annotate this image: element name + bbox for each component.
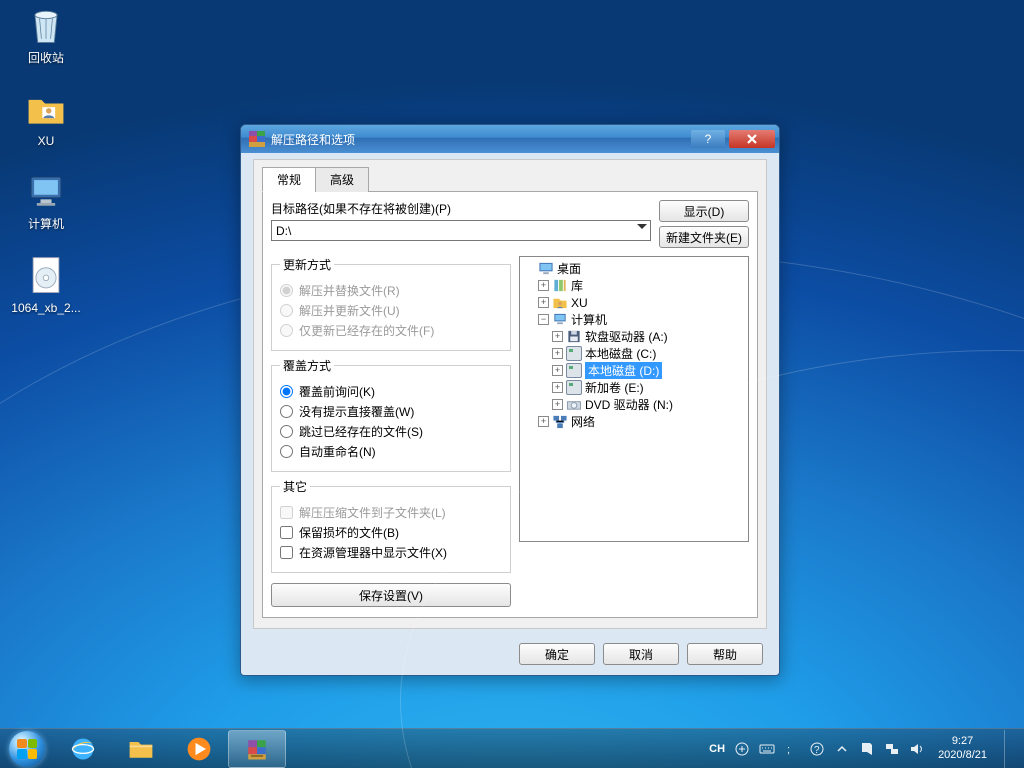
winrar-icon — [243, 735, 271, 763]
ime-language-indicator[interactable]: CH — [709, 743, 725, 755]
ime-mode-icon[interactable] — [734, 741, 750, 757]
radio-ask-before-overwrite[interactable]: 覆盖前询问(K) — [280, 383, 502, 400]
context-help-button[interactable]: ? — [691, 130, 725, 148]
ie-icon — [69, 735, 97, 763]
user-folder-icon — [552, 295, 568, 310]
folder-icon — [24, 87, 68, 131]
path-label: 目标路径(如果不存在将被创建)(P) — [271, 200, 651, 217]
update-mode-legend: 更新方式 — [280, 256, 334, 273]
check-extract-to-subfolder[interactable]: 解压压缩文件到子文件夹(L) — [280, 504, 502, 521]
taskbar-explorer[interactable] — [112, 730, 170, 768]
taskbar-ie[interactable] — [54, 730, 112, 768]
windows-logo-icon — [9, 731, 45, 767]
radio-freshen-only[interactable]: 仅更新已经存在的文件(F) — [280, 322, 502, 339]
start-button[interactable] — [0, 729, 54, 768]
overwrite-mode-group: 覆盖方式 覆盖前询问(K) 没有提示直接覆盖(W) 跳过已经存在的文件(S) 自… — [271, 357, 511, 472]
ime-help-icon[interactable]: ? — [809, 741, 825, 757]
floppy-icon — [566, 329, 582, 344]
tree-node-dvd-n[interactable]: +DVD 驱动器 (N:) — [550, 396, 746, 413]
show-desktop-button[interactable] — [1004, 730, 1018, 768]
clock-date: 2020/8/21 — [938, 749, 987, 762]
drive-icon — [566, 380, 582, 395]
update-mode-group: 更新方式 解压并替换文件(R) 解压并更新文件(U) 仅更新已经存在的文件(F) — [271, 256, 511, 351]
recycle-bin-icon — [24, 4, 68, 48]
desktop-icon-label: 计算机 — [8, 218, 84, 231]
libraries-icon — [552, 278, 568, 293]
display-button[interactable]: 显示(D) — [659, 200, 749, 222]
tree-node-libraries[interactable]: +库 — [536, 277, 746, 294]
taskbar-clock[interactable]: 9:27 2020/8/21 — [934, 735, 991, 761]
tree-node-new-volume-e[interactable]: +新加卷 (E:) — [550, 379, 746, 396]
desktop-icon-recycle-bin[interactable]: 回收站 — [8, 4, 84, 65]
computer-icon — [552, 312, 568, 327]
radio-auto-rename[interactable]: 自动重命名(N) — [280, 443, 502, 460]
radio-overwrite-no-prompt[interactable]: 没有提示直接覆盖(W) — [280, 403, 502, 420]
radio-extract-replace[interactable]: 解压并替换文件(R) — [280, 282, 502, 299]
system-tray: CH ; ? 9:27 2020/8/21 — [709, 730, 1018, 768]
clock-time: 9:27 — [952, 735, 973, 748]
svg-text:;: ; — [787, 744, 790, 756]
action-center-icon[interactable] — [859, 741, 875, 757]
tree-node-desktop[interactable]: 桌面 — [522, 260, 746, 277]
dialog-title: 解压路径和选项 — [271, 131, 355, 148]
media-player-icon — [185, 735, 213, 763]
tab-advanced[interactable]: 高级 — [315, 167, 369, 192]
misc-legend: 其它 — [280, 478, 310, 495]
tree-node-xu[interactable]: +XU — [536, 294, 746, 311]
save-settings-button[interactable]: 保存设置(V) — [271, 583, 511, 607]
extract-options-dialog: 解压路径和选项 ? 常规 高级 目标路径(如果不存在将被创建)(P) 显示(D — [240, 124, 780, 676]
desktop-icon-computer[interactable]: 计算机 — [8, 170, 84, 231]
dropdown-caret-icon[interactable] — [637, 224, 647, 234]
tree-node-local-d[interactable]: +本地磁盘 (D:) — [550, 362, 746, 379]
tree-node-floppy-a[interactable]: +软盘驱动器 (A:) — [550, 328, 746, 345]
taskbar-media-player[interactable] — [170, 730, 228, 768]
misc-group: 其它 解压压缩文件到子文件夹(L) 保留损坏的文件(B) 在资源管理器中显示文件… — [271, 478, 511, 573]
tree-node-local-c[interactable]: +本地磁盘 (C:) — [550, 345, 746, 362]
desktop-icon-folder-xu[interactable]: XU — [8, 87, 84, 148]
folder-tree[interactable]: 桌面 +库 +XU −计算机 +软盘驱动器 (A:) +本地磁盘 (C:) +本… — [519, 256, 749, 542]
tree-node-computer[interactable]: −计算机 — [536, 311, 746, 328]
volume-icon[interactable] — [909, 741, 925, 757]
desktop-icon-label: 1064_xb_2... — [8, 302, 84, 315]
overwrite-mode-legend: 覆盖方式 — [280, 357, 334, 374]
drive-icon — [566, 363, 582, 378]
network-icon — [552, 414, 568, 429]
desktop-icon-label: XU — [8, 135, 84, 148]
drive-icon — [566, 346, 582, 361]
ok-button[interactable]: 确定 — [519, 643, 595, 665]
check-keep-broken[interactable]: 保留损坏的文件(B) — [280, 524, 502, 541]
folder-icon — [127, 735, 155, 763]
taskbar: CH ; ? 9:27 2020/8/21 — [0, 728, 1024, 768]
ime-keyboard-icon[interactable] — [759, 741, 775, 757]
close-button[interactable] — [729, 130, 775, 148]
computer-icon — [24, 170, 68, 214]
radio-extract-update[interactable]: 解压并更新文件(U) — [280, 302, 502, 319]
dvd-drive-icon — [566, 397, 582, 412]
ime-punct-icon[interactable]: ; — [784, 741, 800, 757]
tray-expand-icon[interactable] — [834, 741, 850, 757]
winrar-icon — [249, 131, 265, 147]
tree-node-network[interactable]: +网络 — [536, 413, 746, 430]
dialog-titlebar[interactable]: 解压路径和选项 ? — [241, 125, 779, 153]
svg-text:?: ? — [814, 745, 820, 756]
disc-file-icon — [24, 254, 68, 298]
help-button[interactable]: 帮助 — [687, 643, 763, 665]
cancel-button[interactable]: 取消 — [603, 643, 679, 665]
destination-path-input[interactable] — [271, 220, 651, 241]
network-icon[interactable] — [884, 741, 900, 757]
check-show-in-explorer[interactable]: 在资源管理器中显示文件(X) — [280, 544, 502, 561]
desktop-icon — [538, 261, 554, 276]
new-folder-button[interactable]: 新建文件夹(E) — [659, 226, 749, 248]
radio-skip-existing[interactable]: 跳过已经存在的文件(S) — [280, 423, 502, 440]
taskbar-winrar[interactable] — [228, 730, 286, 768]
desktop-icon-iso-file[interactable]: 1064_xb_2... — [8, 254, 84, 315]
desktop-icon-label: 回收站 — [8, 52, 84, 65]
tab-general[interactable]: 常规 — [262, 167, 316, 192]
